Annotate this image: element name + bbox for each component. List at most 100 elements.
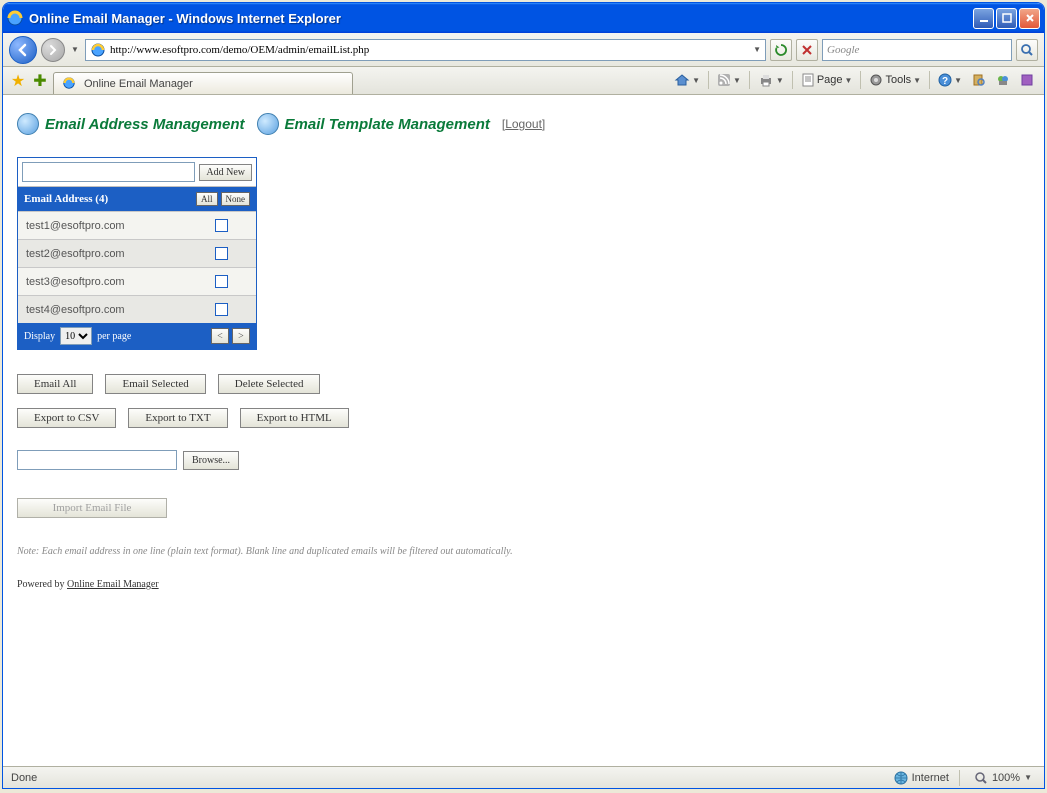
- separator: [708, 71, 709, 89]
- dropdown-arrow-icon: ▼: [692, 76, 700, 85]
- row-checkbox[interactable]: [215, 219, 228, 232]
- separator: [860, 71, 861, 89]
- address-dropdown-icon[interactable]: ▼: [753, 45, 761, 54]
- tab-title: Online Email Manager: [84, 78, 193, 90]
- separator: [959, 770, 960, 786]
- logout-link[interactable]: Logout: [505, 117, 542, 131]
- panel-header: Email Address (4) All None: [18, 187, 256, 211]
- separator: [749, 71, 750, 89]
- add-new-button[interactable]: Add New: [199, 164, 252, 181]
- prev-page-button[interactable]: <: [211, 328, 229, 344]
- email-row: test4@esoftpro.com: [18, 295, 256, 323]
- display-label: Display: [24, 331, 55, 342]
- search-button[interactable]: [1016, 39, 1038, 61]
- select-all-button[interactable]: All: [196, 192, 218, 206]
- separator: [929, 71, 930, 89]
- ie-window: Online Email Manager - Windows Internet …: [2, 2, 1045, 789]
- page-icon: [90, 42, 106, 58]
- status-text: Done: [11, 772, 37, 784]
- file-upload-row: Browse...: [17, 450, 1030, 470]
- globe-icon: [17, 113, 39, 135]
- feeds-button[interactable]: ▼: [713, 69, 745, 91]
- email-cell: test4@esoftpro.com: [26, 304, 125, 316]
- internet-zone-icon: [894, 771, 908, 785]
- minimize-button[interactable]: [973, 8, 994, 29]
- email-cell: test3@esoftpro.com: [26, 276, 125, 288]
- export-html-button[interactable]: Export to HTML: [240, 408, 349, 428]
- forward-button[interactable]: [41, 38, 65, 62]
- tools-menu[interactable]: Tools ▼: [865, 69, 925, 91]
- email-template-management-link[interactable]: Email Template Management: [257, 113, 490, 135]
- panel-body: test1@esoftpro.com test2@esoftpro.com te…: [18, 211, 256, 323]
- row-checkbox[interactable]: [215, 303, 228, 316]
- status-bar: Done Internet 100% ▼: [3, 766, 1044, 788]
- window-controls: [973, 8, 1040, 29]
- url-input[interactable]: [110, 44, 749, 56]
- zoom-icon: [974, 771, 988, 785]
- browse-button[interactable]: Browse...: [183, 451, 239, 470]
- email-cell: test1@esoftpro.com: [26, 220, 125, 232]
- dropdown-arrow-icon: ▼: [1024, 773, 1032, 782]
- close-button[interactable]: [1019, 8, 1040, 29]
- dropdown-arrow-icon: ▼: [954, 76, 962, 85]
- dropdown-arrow-icon: ▼: [845, 76, 853, 85]
- app-top-nav: Email Address Management Email Template …: [17, 113, 1030, 135]
- page-menu-label: Page: [817, 74, 843, 86]
- export-action-row: Export to CSV Export to TXT Export to HT…: [17, 408, 1030, 428]
- zoom-value: 100%: [992, 772, 1020, 784]
- powered-by: Powered by Online Email Manager: [17, 579, 1030, 590]
- export-csv-button[interactable]: Export to CSV: [17, 408, 116, 428]
- export-txt-button[interactable]: Export to TXT: [128, 408, 227, 428]
- research-button[interactable]: [968, 69, 990, 91]
- import-email-file-button[interactable]: Import Email File: [17, 498, 167, 518]
- titlebar: Online Email Manager - Windows Internet …: [3, 3, 1044, 33]
- row-checkbox[interactable]: [215, 247, 228, 260]
- home-button[interactable]: ▼: [670, 69, 704, 91]
- tab-bar: ★ ✚ Online Email Manager ▼ ▼ ▼: [3, 67, 1044, 95]
- nav-history-dropdown[interactable]: ▼: [69, 45, 81, 54]
- email-list-panel: Add New Email Address (4) All None test1…: [17, 157, 257, 350]
- onenote-button[interactable]: [1016, 69, 1038, 91]
- email-address-management-link[interactable]: Email Address Management: [17, 113, 245, 135]
- address-bar[interactable]: ▼: [85, 39, 766, 61]
- dropdown-arrow-icon: ▼: [776, 76, 784, 85]
- browser-tab[interactable]: Online Email Manager: [53, 72, 353, 94]
- note-text: Note: Each email address in one line (pl…: [17, 546, 1030, 557]
- email-all-button[interactable]: Email All: [17, 374, 93, 394]
- globe-icon: [257, 113, 279, 135]
- next-page-button[interactable]: >: [232, 328, 250, 344]
- logout-group: [Logout]: [502, 117, 545, 131]
- add-favorite-icon[interactable]: ✚: [31, 72, 49, 90]
- powered-link[interactable]: Online Email Manager: [67, 579, 159, 590]
- nav-label: Email Template Management: [285, 116, 490, 133]
- email-row: test1@esoftpro.com: [18, 211, 256, 239]
- powered-prefix: Powered by: [17, 579, 67, 590]
- page-size-select[interactable]: 10: [60, 327, 92, 345]
- panel-header-label: Email Address (4): [24, 193, 108, 205]
- file-path-input[interactable]: [17, 450, 177, 470]
- separator: [792, 71, 793, 89]
- maximize-button[interactable]: [996, 8, 1017, 29]
- svg-text:?: ?: [942, 76, 948, 87]
- refresh-button[interactable]: [770, 39, 792, 61]
- delete-selected-button[interactable]: Delete Selected: [218, 374, 321, 394]
- row-checkbox[interactable]: [215, 275, 228, 288]
- messenger-button[interactable]: [992, 69, 1014, 91]
- zoom-control[interactable]: 100% ▼: [970, 771, 1036, 785]
- page-content: Email Address Management Email Template …: [3, 95, 1044, 766]
- page-menu[interactable]: Page ▼: [797, 69, 857, 91]
- tools-menu-label: Tools: [885, 74, 911, 86]
- email-selected-button[interactable]: Email Selected: [105, 374, 205, 394]
- back-button[interactable]: [9, 36, 37, 64]
- help-button[interactable]: ? ▼: [934, 69, 966, 91]
- add-new-row: Add New: [18, 158, 256, 187]
- nav-label: Email Address Management: [45, 116, 245, 133]
- print-button[interactable]: ▼: [754, 69, 788, 91]
- stop-button[interactable]: [796, 39, 818, 61]
- new-email-input[interactable]: [22, 162, 195, 182]
- zone-label: Internet: [912, 772, 949, 784]
- select-none-button[interactable]: None: [221, 192, 251, 206]
- favorites-icon[interactable]: ★: [9, 72, 27, 90]
- search-box[interactable]: Google: [822, 39, 1012, 61]
- tab-page-icon: [62, 76, 78, 92]
